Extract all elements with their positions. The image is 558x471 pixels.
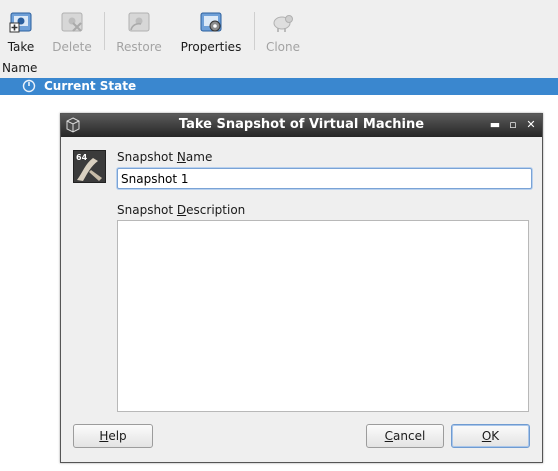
minimize-icon[interactable]: ▬ [488,118,502,132]
take-snapshot-icon [9,12,32,33]
close-icon[interactable]: ✕ [524,118,538,132]
delete-snapshot-icon [61,12,83,32]
cancel-mnemonic: C [384,429,394,443]
toolbar-separator [104,12,105,50]
take-snapshot-dialog: Take Snapshot of Virtual Machine ▬ ▫ ✕ 6… [60,113,543,463]
clone-label: Clone [265,40,301,54]
properties-gear-icon [200,12,222,32]
restore-label: Restore [116,40,162,54]
snapshot-name-input[interactable] [117,168,532,189]
description-label-post: escription [186,203,246,217]
help-button[interactable]: Help [73,424,153,448]
tree-row-current-state[interactable]: Current State [0,78,558,95]
delete-snapshot-button[interactable]: Delete [50,6,94,54]
name-label-pre: Snapshot [117,150,177,164]
name-label-mnemonic: N [176,150,186,164]
restore-snapshot-icon [128,12,150,32]
clone-sheep-icon [273,15,293,32]
help-mnemonic: H [99,429,109,443]
current-state-icon [22,79,36,93]
dialog-title: Take Snapshot of Virtual Machine [178,117,425,132]
snapshot-description-textarea[interactable] [117,220,529,412]
clone-button[interactable]: Clone [264,6,302,54]
delete-label: Delete [52,40,92,54]
snapshot-toolbar: Take Delete Restore Properties Clone [0,0,558,60]
snapshot-name-label: Snapshot Name [117,150,212,164]
snapshot-properties-button[interactable]: Properties [178,6,244,54]
properties-label: Properties [180,40,242,54]
help-label-post: elp [108,429,127,443]
ok-button[interactable]: OK [451,424,530,448]
maximize-icon[interactable]: ▫ [506,118,520,132]
vm-os-icon: 64 [73,150,106,183]
name-column-header[interactable]: Name [0,60,558,79]
ok-label-post: K [491,429,500,443]
description-label-mnemonic: D [176,203,187,217]
vm-badge-text: 64 [76,153,88,162]
snapshot-description-label: Snapshot Description [117,203,245,217]
take-snapshot-button[interactable]: Take [5,6,37,54]
ok-mnemonic: O [481,429,492,443]
cancel-button[interactable]: Cancel [366,424,444,448]
name-label-post: ame [185,150,213,164]
restore-snapshot-button[interactable]: Restore [114,6,164,54]
cancel-label-post: ancel [393,429,426,443]
column-header-label: Name [2,61,38,75]
take-label: Take [7,40,35,54]
description-label-pre: Snapshot [117,203,177,217]
dialog-titlebar[interactable]: Take Snapshot of Virtual Machine ▬ ▫ ✕ [61,114,542,137]
tree-row-label: Current State [44,79,137,93]
toolbar-separator [254,12,255,50]
